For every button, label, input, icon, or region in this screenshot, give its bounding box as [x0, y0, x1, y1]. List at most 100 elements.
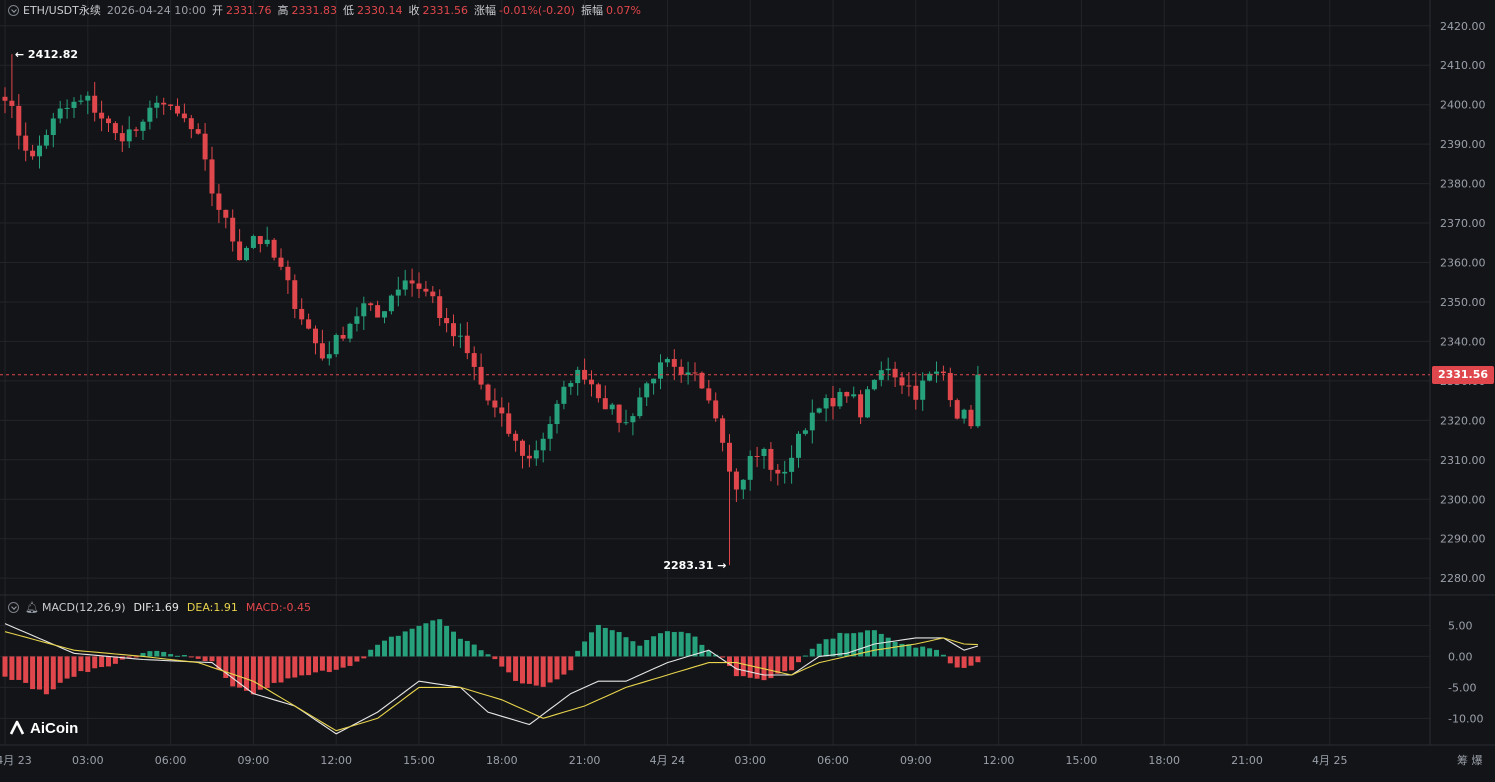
candle-body[interactable] [713, 400, 719, 419]
candle-body[interactable] [326, 354, 332, 359]
candle-body[interactable] [844, 391, 850, 397]
candle-body[interactable] [306, 319, 312, 329]
candle-body[interactable] [9, 100, 15, 106]
candle-body[interactable] [43, 135, 49, 146]
candle-body[interactable] [361, 303, 367, 317]
candle-body[interactable] [216, 193, 222, 210]
right-toolbar-chips[interactable]: 筹 爆 [1457, 752, 1483, 768]
candle-body[interactable] [782, 471, 788, 474]
candle-body[interactable] [934, 371, 939, 374]
candle-body[interactable] [313, 328, 318, 344]
candle-body[interactable] [23, 135, 29, 151]
candle-body[interactable] [802, 430, 808, 434]
candle-body[interactable] [50, 118, 56, 136]
candle-body[interactable] [485, 384, 491, 401]
candle-body[interactable] [961, 409, 967, 419]
candle-body[interactable] [747, 455, 753, 480]
candle-body[interactable] [513, 433, 519, 441]
candle-body[interactable] [692, 372, 698, 374]
candle-body[interactable] [106, 118, 111, 124]
candle-body[interactable] [237, 241, 243, 261]
candle-body[interactable] [409, 280, 415, 284]
candle-body[interactable] [913, 385, 919, 400]
candle-body[interactable] [554, 403, 560, 425]
candle-body[interactable] [368, 303, 374, 306]
candle-body[interactable] [30, 150, 36, 157]
candle-body[interactable] [478, 366, 484, 385]
macd-collapse-icon[interactable] [8, 601, 19, 613]
candle-body[interactable] [195, 129, 201, 134]
candle-body[interactable] [720, 418, 726, 443]
candle-body[interactable] [630, 416, 636, 423]
candle-body[interactable] [175, 105, 180, 114]
candle-body[interactable] [71, 101, 77, 108]
candle-body[interactable] [540, 438, 546, 451]
candle-body[interactable] [920, 380, 926, 400]
candle-body[interactable] [733, 471, 739, 490]
candle-body[interactable] [561, 386, 567, 404]
candle-body[interactable] [388, 295, 394, 312]
candle-body[interactable] [57, 108, 63, 119]
candle-body[interactable] [402, 280, 408, 290]
candle-body[interactable] [147, 107, 153, 122]
candle-body[interactable] [133, 129, 139, 131]
candle-body[interactable] [271, 239, 277, 258]
candle-body[interactable] [112, 123, 118, 134]
collapse-toggle-icon[interactable] [8, 4, 19, 16]
candle-body[interactable] [354, 316, 360, 324]
candle-body[interactable] [37, 145, 42, 157]
candle-body[interactable] [837, 391, 843, 407]
candle-body[interactable] [547, 424, 553, 439]
candle-body[interactable] [223, 209, 229, 218]
candle-body[interactable] [16, 105, 22, 136]
candle-body[interactable] [706, 388, 712, 401]
candle-body[interactable] [257, 236, 263, 245]
candle-body[interactable] [202, 133, 208, 160]
candle-body[interactable] [533, 450, 539, 459]
candle-body[interactable] [444, 318, 450, 324]
candle-body[interactable] [278, 257, 284, 267]
candle-body[interactable] [664, 359, 670, 363]
candle-body[interactable] [568, 383, 574, 387]
candle-body[interactable] [457, 335, 463, 337]
candle-body[interactable] [340, 334, 346, 339]
candle-body[interactable] [188, 118, 194, 130]
candle-body[interactable] [602, 398, 608, 410]
candle-body[interactable] [644, 383, 650, 398]
candle-body[interactable] [823, 398, 829, 409]
candle-body[interactable] [285, 266, 291, 281]
candle-body[interactable] [264, 239, 270, 245]
candle-body[interactable] [809, 412, 815, 431]
candle-body[interactable] [168, 104, 174, 106]
bell-icon[interactable]: 🔔︎ [25, 601, 39, 614]
candle-body[interactable] [940, 371, 946, 374]
candle-body[interactable] [885, 368, 891, 371]
candle-body[interactable] [209, 159, 215, 194]
candle-body[interactable] [333, 334, 339, 355]
candle-body[interactable] [609, 404, 615, 410]
candle-body[interactable] [119, 133, 125, 142]
candle-body[interactable] [623, 422, 629, 424]
candle-body[interactable] [830, 398, 836, 407]
candle-body[interactable] [451, 323, 456, 337]
candle-body[interactable] [526, 455, 532, 459]
candle-body[interactable] [658, 362, 663, 379]
candle-body[interactable] [499, 407, 505, 414]
candle-body[interactable] [871, 379, 877, 390]
candle-body[interactable] [816, 408, 822, 413]
candle-body[interactable] [299, 308, 305, 320]
candle-body[interactable] [430, 291, 436, 297]
candle-body[interactable] [230, 217, 236, 242]
candle-body[interactable] [2, 96, 8, 101]
candle-body[interactable] [140, 121, 146, 131]
candle-body[interactable] [154, 102, 160, 108]
candle-body[interactable] [161, 102, 167, 105]
candle-body[interactable] [651, 378, 657, 384]
candle-body[interactable] [375, 305, 381, 318]
candle-body[interactable] [395, 289, 401, 296]
candle-body[interactable] [865, 389, 870, 418]
candle-body[interactable] [968, 409, 974, 427]
candle-body[interactable] [244, 247, 249, 261]
candle-body[interactable] [126, 129, 132, 142]
candle-body[interactable] [471, 353, 477, 367]
